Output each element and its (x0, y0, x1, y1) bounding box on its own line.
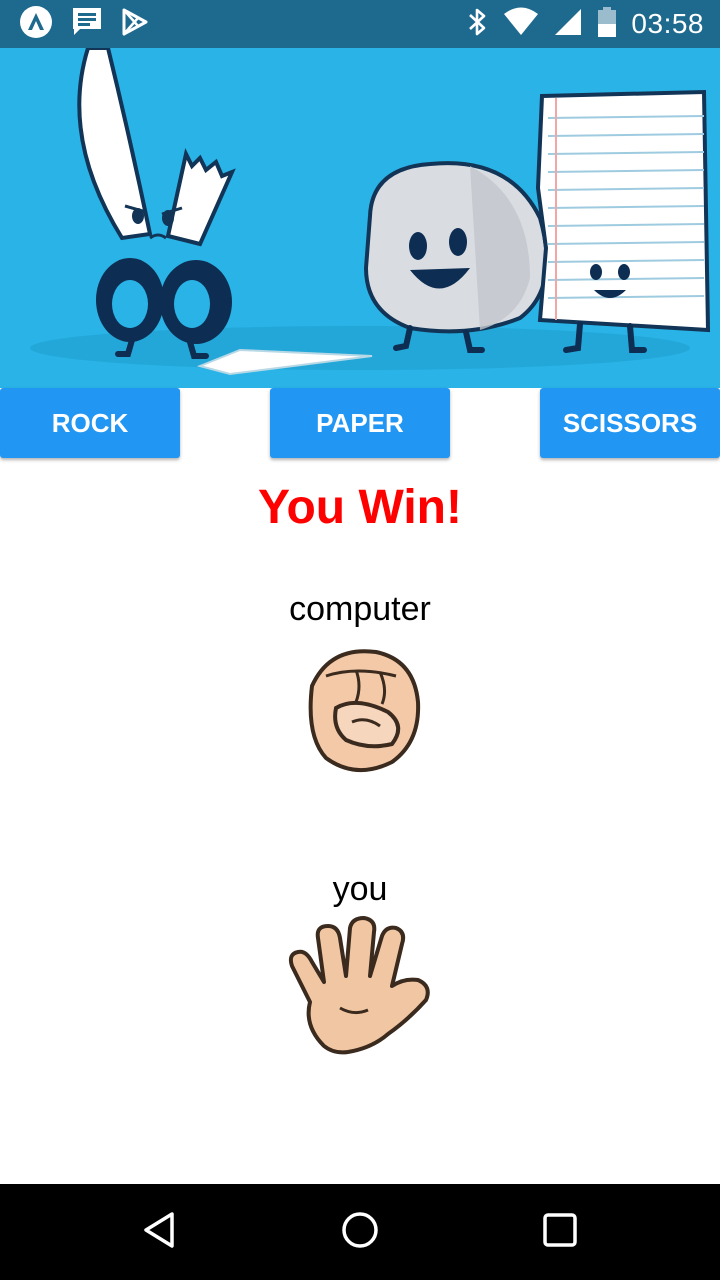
play-store-icon (120, 7, 150, 42)
rock-fist-icon (296, 646, 424, 783)
home-icon (340, 1210, 380, 1255)
clock: 03:58 (631, 8, 704, 39)
recents-icon (540, 1210, 580, 1255)
rock-character (363, 161, 549, 353)
back-icon (140, 1210, 180, 1255)
paper-button-label: PAPER (316, 407, 404, 438)
scissors-character (77, 48, 236, 359)
back-button[interactable] (100, 1184, 220, 1280)
app-logo-icon (18, 4, 54, 45)
hero-illustration (0, 48, 720, 388)
scissors-button-label: SCISSORS (562, 407, 698, 438)
rock-button[interactable]: ROCK (0, 388, 180, 458)
paper-character (535, 89, 711, 353)
wifi-icon (503, 7, 539, 42)
result-text: You Win! (258, 481, 462, 534)
paper-open-hand-icon (284, 916, 436, 1065)
navigation-bar (0, 1184, 720, 1280)
bluetooth-icon (467, 6, 489, 43)
scissors-button[interactable]: SCISSORS (540, 388, 720, 458)
signal-icon (553, 7, 583, 42)
player-label: you (332, 870, 388, 908)
rock-button-label: ROCK (51, 407, 129, 438)
status-bar: 03:58 (0, 0, 720, 48)
recents-button[interactable] (500, 1184, 620, 1280)
paper-button[interactable]: PAPER (270, 388, 450, 458)
battery-icon (597, 6, 617, 43)
computer-label: computer (289, 590, 431, 628)
message-icon (70, 5, 104, 44)
home-button[interactable] (300, 1184, 420, 1280)
